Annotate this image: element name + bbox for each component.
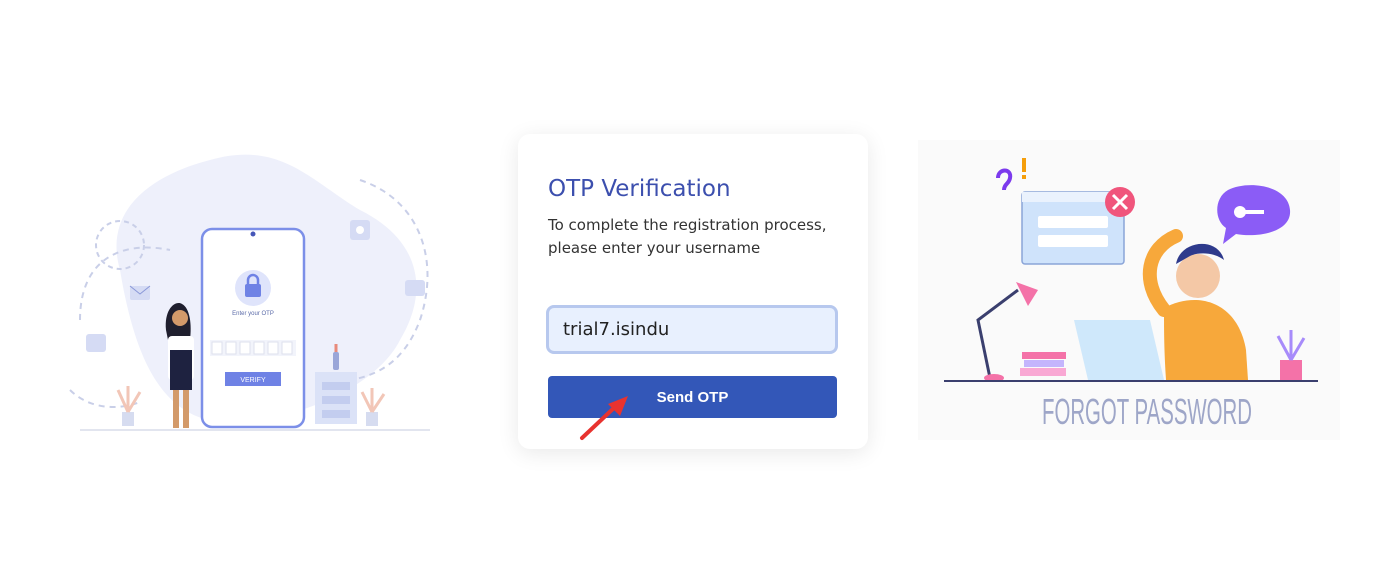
chat-icon	[405, 280, 425, 296]
link-icon	[86, 334, 106, 352]
phone-verify-label: VERIFY	[240, 377, 266, 384]
forgot-password-caption: FORGOT PASSWORD	[1042, 391, 1252, 432]
laptop	[1074, 320, 1164, 380]
right-plant	[360, 388, 386, 426]
phone: Enter your OTP VERIFY	[200, 227, 306, 429]
otp-card: OTP Verification To complete the registr…	[518, 134, 868, 449]
books	[1020, 352, 1066, 376]
page-title: OTP Verification	[548, 176, 731, 202]
otp-phone-illustration: Enter your OTP VERIFY	[69, 154, 430, 431]
settings-icon	[350, 220, 370, 240]
forgot-password-illustration: FORGOT PASSWORD	[918, 140, 1340, 440]
mail-icon	[129, 285, 151, 300]
error-x-icon	[1105, 187, 1135, 217]
username-input[interactable]	[549, 308, 835, 351]
phone-screen-text: Enter your OTP	[232, 311, 274, 317]
instruction-text: To complete the registration process, pl…	[548, 216, 827, 257]
username-field	[546, 305, 838, 354]
exclamation-icon	[1022, 158, 1026, 179]
pointer-arrow-icon	[580, 396, 628, 440]
